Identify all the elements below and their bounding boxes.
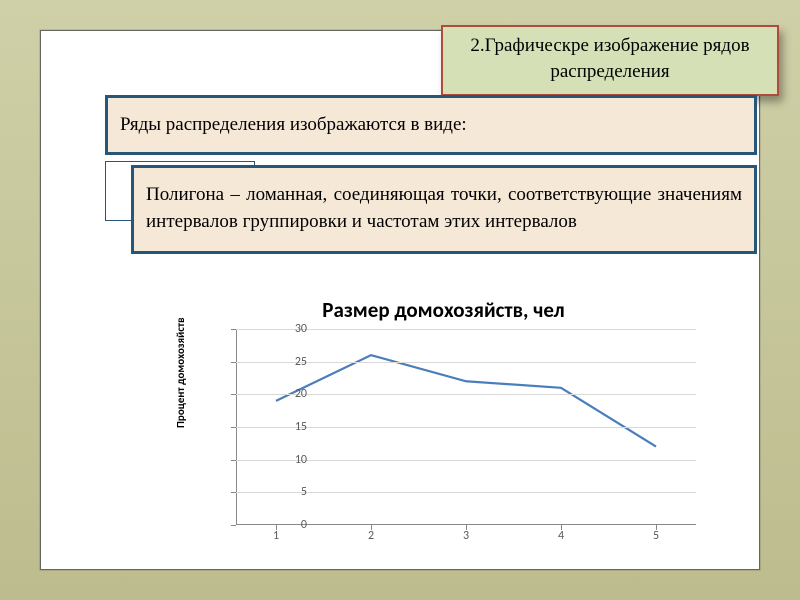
- chart-y-tick-label: 10: [277, 453, 307, 467]
- chart-container: Размер домохозяйств, чел Процент домохоз…: [176, 293, 711, 551]
- chart-y-tick: [231, 525, 236, 526]
- chart-y-axis-label: Процент домохозяйств: [174, 317, 187, 428]
- chart-y-tick: [231, 329, 236, 330]
- slide-title-box: 2.Графическре изображение рядов распреде…: [441, 25, 779, 96]
- chart-x-tick-label: 4: [551, 529, 571, 543]
- definition-box: Полигона – ломанная, соединяющая точки, …: [131, 165, 757, 254]
- chart-y-tick-label: 20: [277, 387, 307, 401]
- chart-x-tick-label: 1: [266, 529, 286, 543]
- slide-frame: 2.Графическре изображение рядов распреде…: [40, 30, 760, 570]
- chart-y-tick: [231, 362, 236, 363]
- chart-y-tick: [231, 460, 236, 461]
- chart-y-tick: [231, 427, 236, 428]
- chart-x-tick-label: 3: [456, 529, 476, 543]
- slide-title-text: 2.Графическре изображение рядов распреде…: [470, 35, 749, 82]
- definition-text: Полигона – ломанная, соединяющая точки, …: [146, 184, 742, 232]
- chart-title: Размер домохозяйств, чел: [176, 293, 711, 323]
- chart-x-tick-label: 5: [646, 529, 666, 543]
- chart-y-tick-label: 30: [277, 322, 307, 336]
- intro-box: Ряды распределения изображаются в виде:: [105, 95, 757, 155]
- chart-y-tick-label: 25: [277, 355, 307, 369]
- chart-y-tick: [231, 492, 236, 493]
- chart-y-tick-label: 15: [277, 420, 307, 434]
- chart-line-series: [276, 355, 656, 446]
- intro-text: Ряды распределения изображаются в виде:: [120, 114, 467, 135]
- chart-x-tick-label: 2: [361, 529, 381, 543]
- chart-y-tick: [231, 394, 236, 395]
- chart-y-tick-label: 5: [277, 485, 307, 499]
